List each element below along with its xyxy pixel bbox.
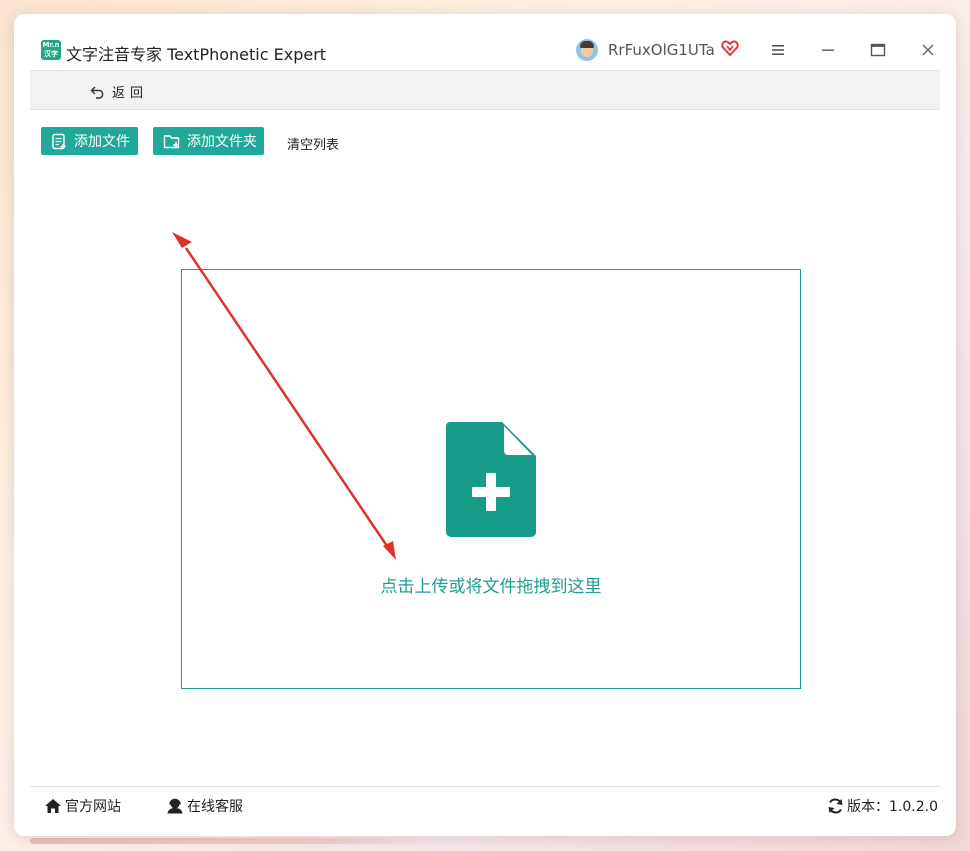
- menu-icon[interactable]: [770, 42, 786, 58]
- add-file-label: 添加文件: [74, 134, 130, 150]
- app-window: Mr.n 汉字 文字注音专家 TextPhonetic Expert RrFuxO…: [14, 14, 956, 836]
- version-info[interactable]: 版本：1.0.2.0: [827, 796, 938, 816]
- app-logo-icon: Mr.n 汉字: [41, 40, 61, 60]
- add-folder-button[interactable]: 添加文件夹: [153, 127, 264, 155]
- home-icon: [45, 799, 61, 813]
- avatar[interactable]: [576, 39, 598, 61]
- back-button[interactable]: 返回: [90, 82, 148, 101]
- file-plus-icon: [446, 422, 536, 537]
- online-support-link[interactable]: 在线客服: [166, 796, 243, 816]
- support-icon: [167, 798, 183, 814]
- refresh-icon: [828, 798, 843, 814]
- version-label: 版本：1.0.2.0: [847, 799, 938, 815]
- add-folder-label: 添加文件夹: [187, 134, 257, 150]
- dropzone-text: 点击上传或将文件拖拽到这里: [380, 577, 602, 597]
- background-shadow: [30, 838, 435, 844]
- title-bar: Mr.n 汉字 文字注音专家 TextPhonetic Expert RrFuxO…: [14, 14, 956, 70]
- add-folder-icon: [163, 134, 180, 148]
- website-label: 官方网站: [65, 799, 121, 815]
- username[interactable]: RrFuxOlG1UTa: [608, 41, 715, 59]
- back-label: 返回: [112, 86, 149, 101]
- upload-dropzone[interactable]: 点击上传或将文件拖拽到这里: [181, 269, 801, 689]
- footer-bar: 官方网站 在线客服 版本：1.0.2.0: [30, 786, 940, 820]
- app-title: 文字注音专家 TextPhonetic Expert: [66, 45, 327, 64]
- back-arrow-icon: [90, 86, 104, 99]
- official-website-link[interactable]: 官方网站: [44, 796, 121, 816]
- minimize-icon[interactable]: [820, 42, 836, 58]
- clear-list-button[interactable]: 清空列表: [287, 134, 339, 153]
- maximize-icon[interactable]: [870, 42, 886, 58]
- add-file-button[interactable]: 添加文件: [41, 127, 138, 155]
- support-label: 在线客服: [187, 799, 243, 815]
- close-icon[interactable]: [920, 42, 936, 58]
- add-file-icon: [52, 133, 66, 149]
- vip-heart-icon[interactable]: [721, 39, 739, 57]
- navigation-toolbar: 返回: [30, 70, 940, 110]
